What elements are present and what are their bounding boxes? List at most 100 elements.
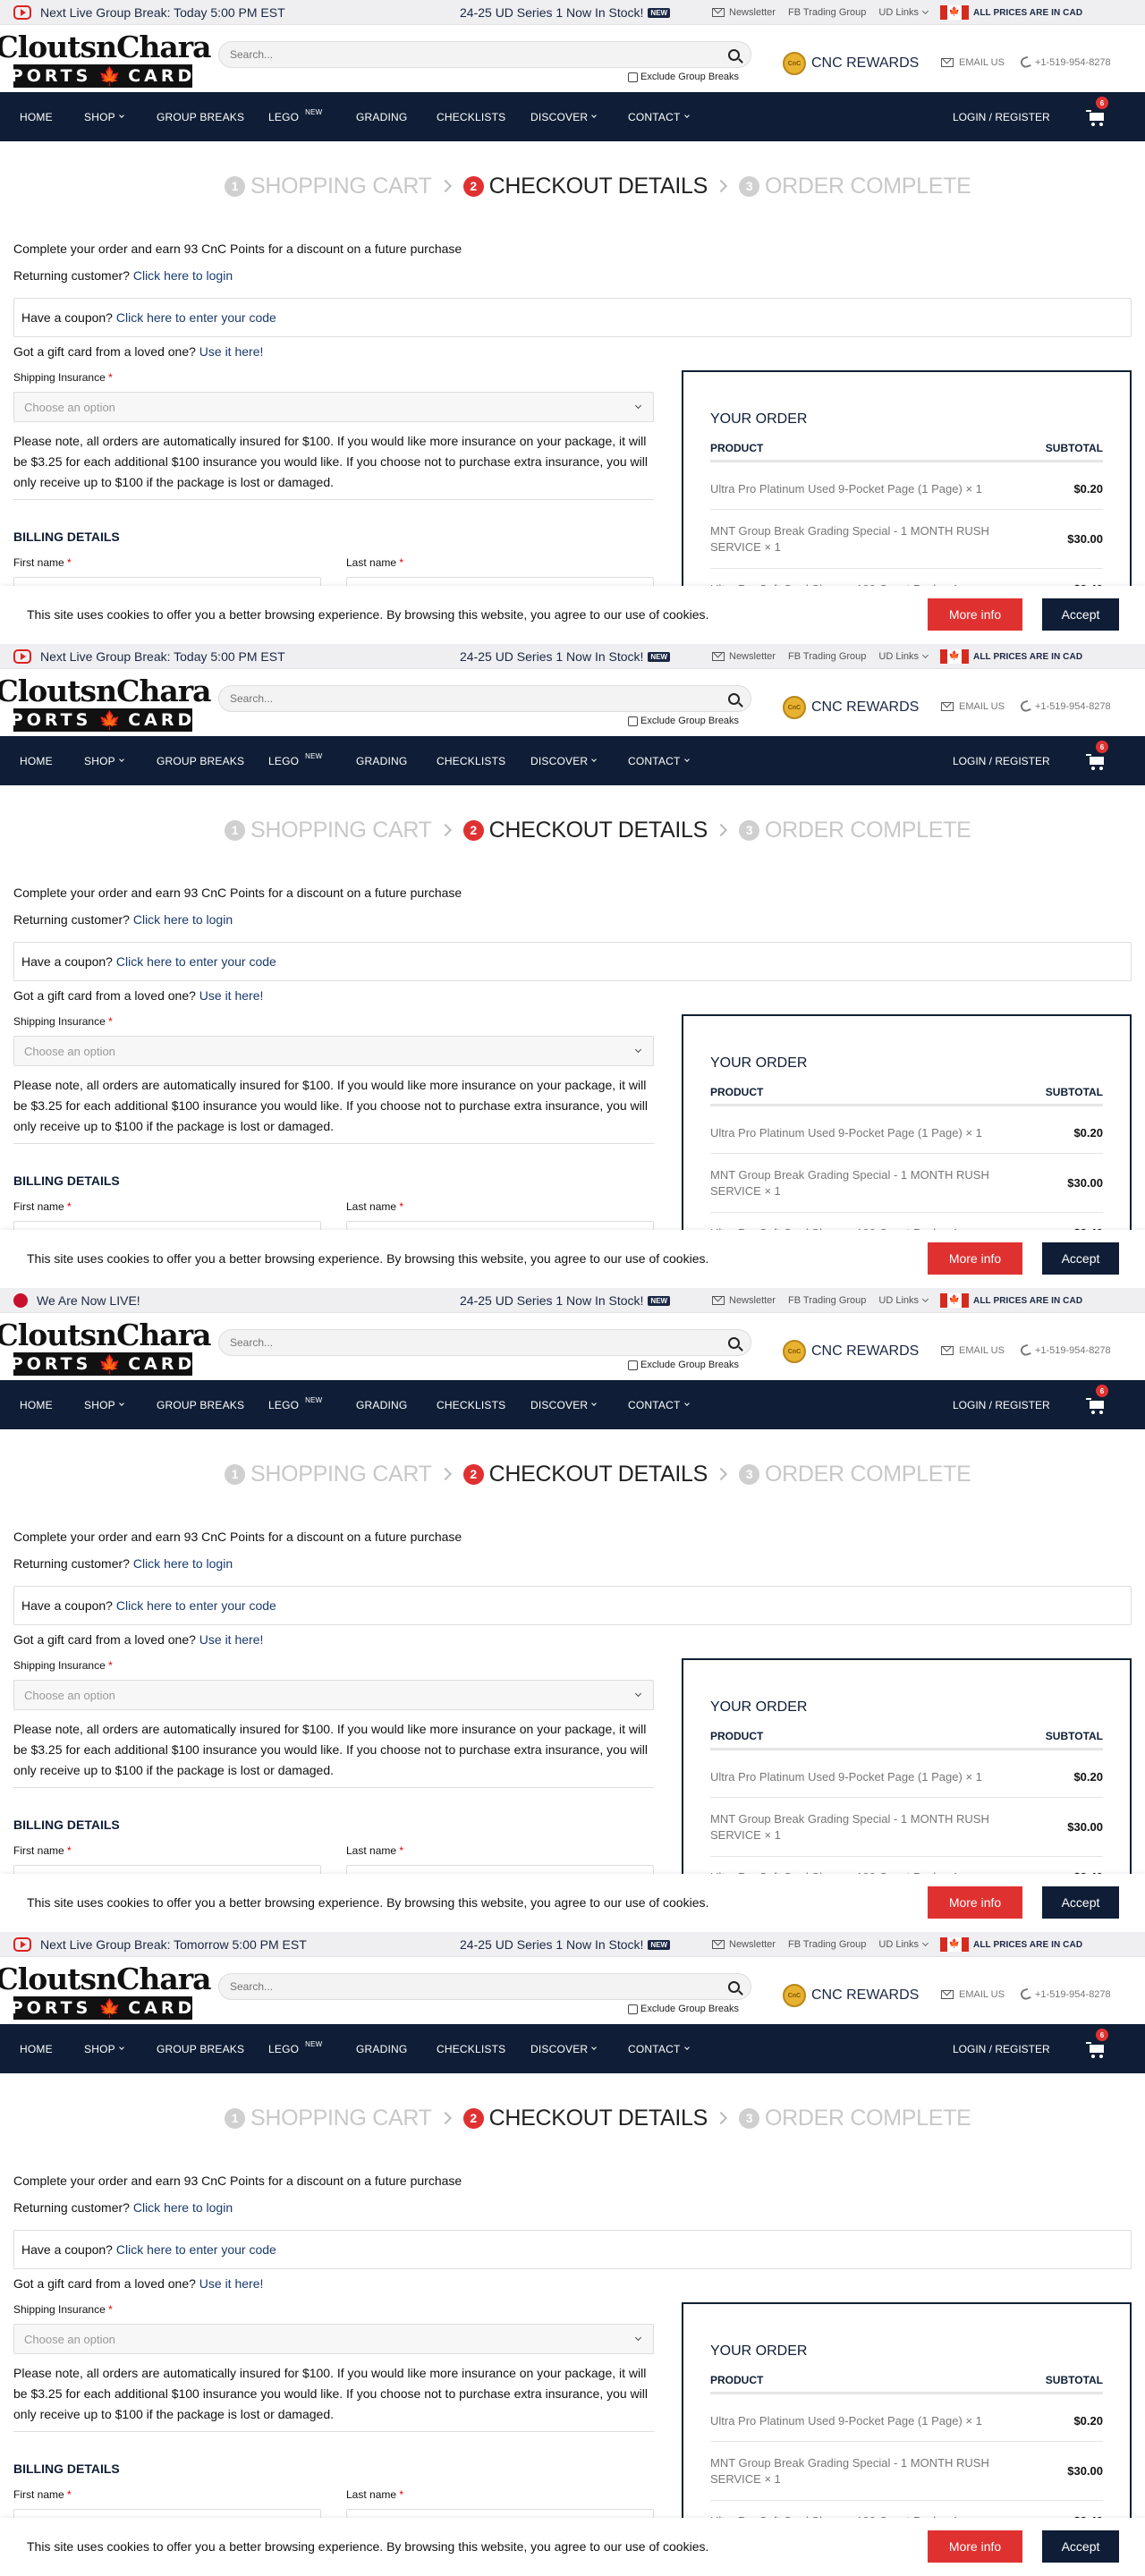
use-gift-card-link[interactable]: Use it here! bbox=[199, 344, 264, 359]
use-gift-card-link[interactable]: Use it here! bbox=[199, 2276, 264, 2291]
shipping-insurance-select[interactable]: Choose an option bbox=[13, 1680, 654, 1710]
nav-checklists[interactable]: CHECKLISTS bbox=[437, 92, 505, 141]
exclude-group-breaks-toggle[interactable]: Exclude Group Breaks bbox=[628, 716, 739, 726]
exclude-group-breaks-checkbox[interactable] bbox=[628, 2004, 638, 2014]
nav-grading[interactable]: GRADING bbox=[356, 1380, 407, 1429]
fb-trading-group-link[interactable]: FB Trading Group bbox=[788, 7, 866, 18]
newsletter-link[interactable]: Newsletter bbox=[712, 651, 776, 662]
site-logo[interactable]: CloutsnChara SPORTS 🍁 CARDS bbox=[0, 29, 212, 89]
exclude-group-breaks-checkbox[interactable] bbox=[628, 716, 638, 726]
exclude-group-breaks-checkbox[interactable] bbox=[628, 1360, 638, 1370]
nav-contact[interactable]: CONTACT bbox=[628, 92, 690, 141]
fb-trading-group-link[interactable]: FB Trading Group bbox=[788, 1939, 866, 1950]
live-break-announcement[interactable]: Next Live Group Break: Tomorrow 5:00 PM … bbox=[13, 1932, 307, 1957]
nav-contact[interactable]: CONTACT bbox=[628, 1380, 690, 1429]
cart-icon[interactable] bbox=[1086, 752, 1106, 770]
fb-trading-group-link[interactable]: FB Trading Group bbox=[788, 1295, 866, 1306]
nav-grading[interactable]: GRADING bbox=[356, 736, 407, 785]
exclude-group-breaks-toggle[interactable]: Exclude Group Breaks bbox=[628, 72, 739, 82]
exclude-group-breaks-toggle[interactable]: Exclude Group Breaks bbox=[628, 1360, 739, 1370]
nav-discover[interactable]: DISCOVER bbox=[530, 2024, 598, 2073]
phone-link[interactable]: +1-519-954-8278 bbox=[1019, 1987, 1111, 2002]
step-shopping-cart[interactable]: 1 SHOPPING CART bbox=[225, 818, 432, 843]
search-icon[interactable] bbox=[728, 48, 740, 61]
exclude-group-breaks-checkbox[interactable] bbox=[628, 72, 638, 82]
use-gift-card-link[interactable]: Use it here! bbox=[199, 1632, 264, 1647]
more-info-button[interactable]: More info bbox=[928, 2530, 1022, 2563]
cart-icon[interactable] bbox=[1086, 1396, 1106, 1414]
nav-shop[interactable]: SHOP bbox=[84, 92, 124, 141]
enter-coupon-link[interactable]: Click here to enter your code bbox=[116, 2242, 276, 2257]
nav-checklists[interactable]: CHECKLISTS bbox=[437, 1380, 505, 1429]
cnc-rewards-link[interactable]: CnC CNC REWARDS bbox=[783, 696, 919, 719]
accept-button[interactable]: Accept bbox=[1042, 1242, 1119, 1275]
search-input[interactable] bbox=[230, 1980, 728, 1993]
login-link[interactable]: Click here to login bbox=[133, 912, 233, 927]
email-us-link[interactable]: EMAIL US bbox=[941, 57, 1005, 68]
ud-links-dropdown[interactable]: UD Links bbox=[878, 651, 929, 662]
nav-checklists[interactable]: CHECKLISTS bbox=[437, 736, 505, 785]
ud-links-dropdown[interactable]: UD Links bbox=[878, 1295, 929, 1306]
promo-link[interactable]: 24-25 UD Series 1 Now In Stock! NEW bbox=[460, 0, 671, 25]
nav-discover[interactable]: DISCOVER bbox=[530, 736, 598, 785]
site-logo[interactable]: CloutsnChara SPORTS 🍁 CARDS bbox=[0, 1317, 212, 1377]
promo-link[interactable]: 24-25 UD Series 1 Now In Stock! NEW bbox=[460, 1288, 671, 1313]
login-register-link[interactable]: LOGIN / REGISTER bbox=[953, 92, 1050, 141]
email-us-link[interactable]: EMAIL US bbox=[941, 1345, 1005, 1356]
enter-coupon-link[interactable]: Click here to enter your code bbox=[116, 954, 276, 969]
live-break-announcement[interactable]: We Are Now LIVE! bbox=[13, 1288, 140, 1313]
login-link[interactable]: Click here to login bbox=[133, 1556, 233, 1571]
more-info-button[interactable]: More info bbox=[928, 1886, 1022, 1919]
login-link[interactable]: Click here to login bbox=[133, 268, 233, 283]
cnc-rewards-link[interactable]: CnC CNC REWARDS bbox=[783, 1340, 919, 1363]
cnc-rewards-link[interactable]: CnC CNC REWARDS bbox=[783, 1984, 919, 2007]
exclude-group-breaks-toggle[interactable]: Exclude Group Breaks bbox=[628, 2004, 739, 2014]
phone-link[interactable]: +1-519-954-8278 bbox=[1019, 1343, 1111, 1358]
search-icon[interactable] bbox=[728, 1980, 740, 1993]
nav-home[interactable]: HOME bbox=[20, 92, 53, 141]
shipping-insurance-select[interactable]: Choose an option bbox=[13, 392, 654, 422]
nav-group-breaks[interactable]: GROUP BREAKS bbox=[157, 736, 244, 785]
accept-button[interactable]: Accept bbox=[1042, 1886, 1119, 1919]
login-register-link[interactable]: LOGIN / REGISTER bbox=[953, 2024, 1050, 2073]
email-us-link[interactable]: EMAIL US bbox=[941, 701, 1005, 712]
site-logo[interactable]: CloutsnChara SPORTS 🍁 CARDS bbox=[0, 673, 212, 733]
search-input[interactable] bbox=[230, 1336, 728, 1349]
nav-discover[interactable]: DISCOVER bbox=[530, 92, 598, 141]
nav-home[interactable]: HOME bbox=[20, 2024, 53, 2073]
newsletter-link[interactable]: Newsletter bbox=[712, 7, 776, 18]
nav-group-breaks[interactable]: GROUP BREAKS bbox=[157, 1380, 244, 1429]
enter-coupon-link[interactable]: Click here to enter your code bbox=[116, 310, 276, 325]
phone-link[interactable]: +1-519-954-8278 bbox=[1019, 699, 1111, 714]
nav-checklists[interactable]: CHECKLISTS bbox=[437, 2024, 505, 2073]
nav-contact[interactable]: CONTACT bbox=[628, 736, 690, 785]
search-input[interactable] bbox=[230, 48, 728, 61]
more-info-button[interactable]: More info bbox=[928, 1242, 1022, 1275]
cart-icon[interactable] bbox=[1086, 108, 1106, 126]
nav-contact[interactable]: CONTACT bbox=[628, 2024, 690, 2073]
cart-icon[interactable] bbox=[1086, 2040, 1106, 2058]
more-info-button[interactable]: More info bbox=[928, 598, 1022, 631]
nav-shop[interactable]: SHOP bbox=[84, 2024, 124, 2073]
promo-link[interactable]: 24-25 UD Series 1 Now In Stock! NEW bbox=[460, 644, 671, 669]
nav-home[interactable]: HOME bbox=[20, 1380, 53, 1429]
nav-lego[interactable]: LEGO NEW bbox=[268, 92, 322, 141]
ud-links-dropdown[interactable]: UD Links bbox=[878, 1939, 929, 1950]
nav-shop[interactable]: SHOP bbox=[84, 1380, 124, 1429]
login-register-link[interactable]: LOGIN / REGISTER bbox=[953, 1380, 1050, 1429]
newsletter-link[interactable]: Newsletter bbox=[712, 1295, 776, 1306]
nav-discover[interactable]: DISCOVER bbox=[530, 1380, 598, 1429]
accept-button[interactable]: Accept bbox=[1042, 2530, 1119, 2563]
search-input[interactable] bbox=[230, 692, 728, 705]
step-shopping-cart[interactable]: 1 SHOPPING CART bbox=[225, 174, 432, 199]
nav-shop[interactable]: SHOP bbox=[84, 736, 124, 785]
promo-link[interactable]: 24-25 UD Series 1 Now In Stock! NEW bbox=[460, 1932, 671, 1957]
live-break-announcement[interactable]: Next Live Group Break: Today 5:00 PM EST bbox=[13, 0, 285, 25]
phone-link[interactable]: +1-519-954-8278 bbox=[1019, 55, 1111, 70]
nav-home[interactable]: HOME bbox=[20, 736, 53, 785]
ud-links-dropdown[interactable]: UD Links bbox=[878, 7, 929, 18]
cnc-rewards-link[interactable]: CnC CNC REWARDS bbox=[783, 52, 919, 75]
enter-coupon-link[interactable]: Click here to enter your code bbox=[116, 1598, 276, 1613]
step-shopping-cart[interactable]: 1 SHOPPING CART bbox=[225, 2106, 432, 2131]
shipping-insurance-select[interactable]: Choose an option bbox=[13, 2324, 654, 2354]
